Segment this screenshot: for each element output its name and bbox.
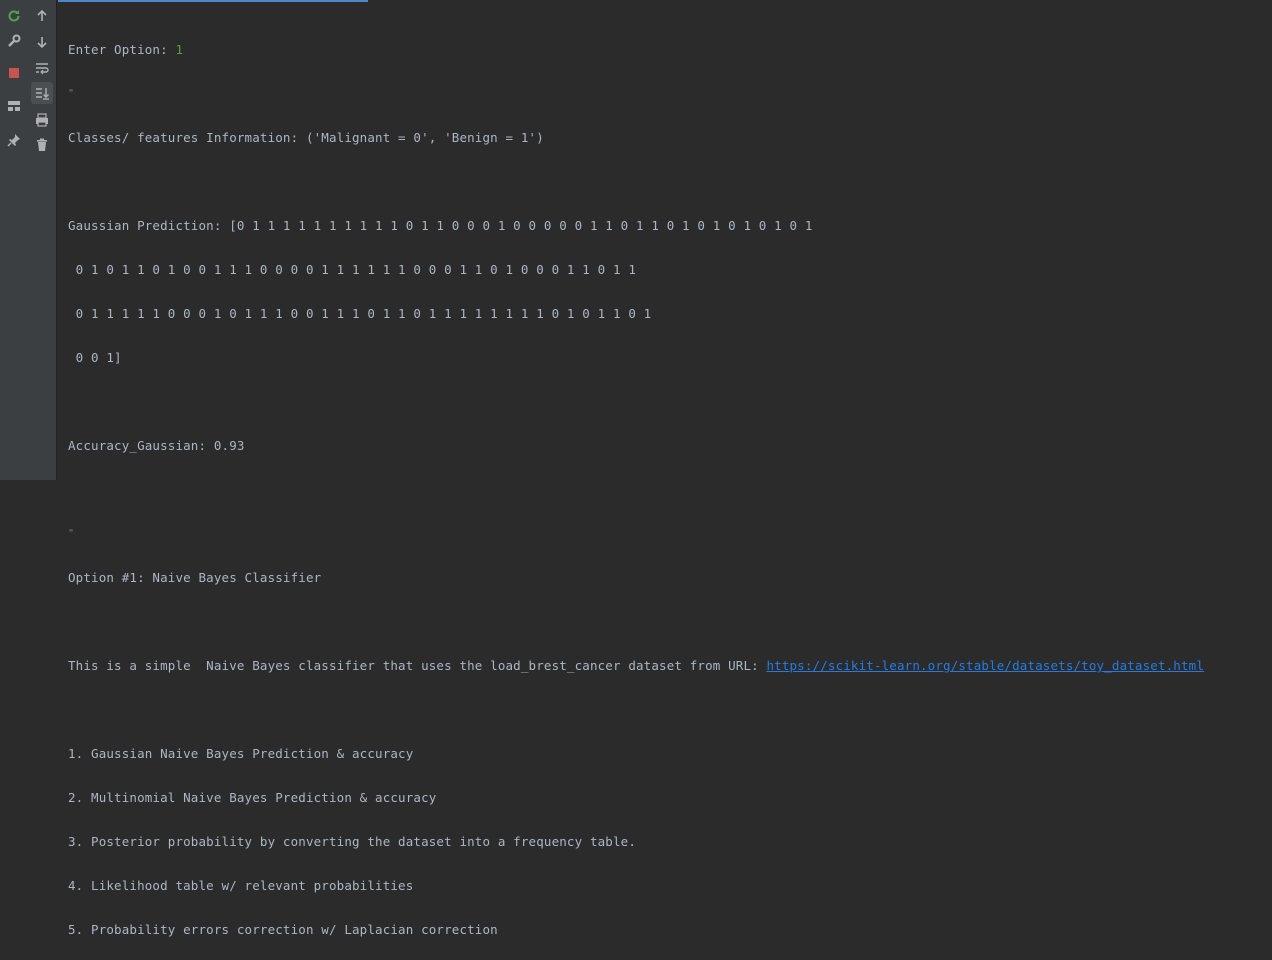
- menu-item: 5. Probability errors correction w/ Lapl…: [68, 922, 498, 937]
- console-output[interactable]: Enter Option: 1 " Classes/ features Info…: [68, 17, 1272, 960]
- wrench-icon[interactable]: [3, 30, 25, 52]
- option-title-line: Option #1: Naive Bayes Classifier: [68, 570, 322, 585]
- classes-info-line: Classes/ features Information: ('Maligna…: [68, 130, 544, 145]
- menu-item: 3. Posterior probability by converting t…: [68, 834, 636, 849]
- gaussian-prediction-line: 0 0 1]: [68, 350, 122, 365]
- accuracy-line: Accuracy_Gaussian: 0.93: [68, 438, 245, 453]
- description-line: This is a simple Naive Bayes classifier …: [68, 655, 1272, 677]
- gaussian-prediction-line: 0 1 1 1 1 1 0 0 0 1 0 1 1 1 0 0 1 1 1 0 …: [68, 306, 652, 321]
- trash-icon[interactable]: [31, 134, 53, 156]
- console-toolbar: [28, 0, 57, 480]
- tab-underline: [58, 0, 368, 2]
- description-text: This is a simple Naive Bayes classifier …: [68, 658, 767, 673]
- layout-icon[interactable]: [3, 95, 25, 117]
- quote-line: ": [68, 528, 75, 539]
- prompt-line: Enter Option: 1: [68, 39, 1272, 61]
- menu-item: 2. Multinomial Naive Bayes Prediction & …: [68, 790, 437, 805]
- soft-wrap-icon[interactable]: [31, 57, 53, 79]
- pin-icon[interactable]: [3, 129, 25, 151]
- user-input: 1: [175, 42, 184, 57]
- scroll-to-end-icon[interactable]: [31, 82, 53, 104]
- rerun-icon[interactable]: [3, 5, 25, 27]
- arrow-down-icon[interactable]: [31, 31, 53, 53]
- menu-item: 1. Gaussian Naive Bayes Prediction & acc…: [68, 746, 414, 761]
- quote-line: ": [68, 88, 75, 99]
- stop-icon[interactable]: [3, 62, 25, 84]
- run-toolbar-left: [0, 0, 29, 480]
- gaussian-prediction-line: Gaussian Prediction: [0 1 1 1 1 1 1 1 1 …: [68, 218, 813, 233]
- dataset-link[interactable]: https://scikit-learn.org/stable/datasets…: [766, 658, 1204, 673]
- gaussian-prediction-line: 0 1 0 1 1 0 1 0 0 1 1 1 0 0 0 0 1 1 1 1 …: [68, 262, 636, 277]
- print-icon[interactable]: [31, 109, 53, 131]
- prompt-label: Enter Option:: [68, 42, 176, 57]
- menu-item: 4. Likelihood table w/ relevant probabil…: [68, 878, 414, 893]
- arrow-up-icon[interactable]: [31, 5, 53, 27]
